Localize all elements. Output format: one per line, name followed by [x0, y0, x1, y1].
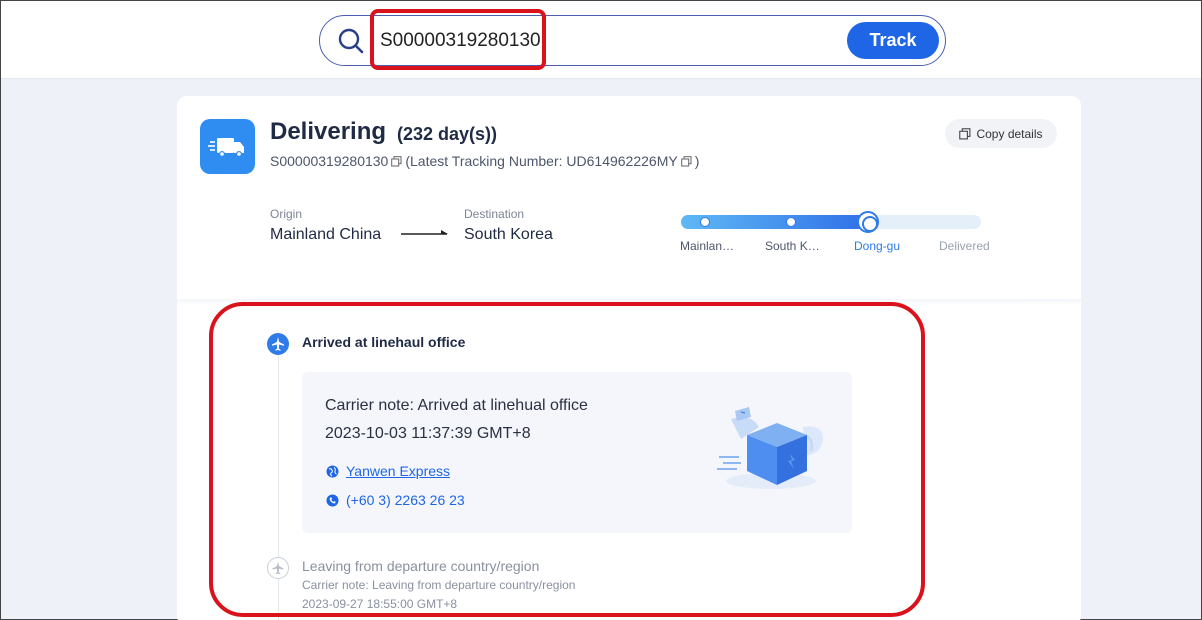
progress-label-origin: Mainlan… — [680, 239, 735, 253]
copy-icon[interactable] — [680, 155, 692, 167]
origin-label: Origin — [270, 207, 303, 221]
timeline-highlight-box — [209, 302, 925, 617]
progress-label-country: South K… — [765, 239, 820, 253]
progress-track — [681, 215, 981, 229]
progress-label-current: Dong-gu — [854, 239, 901, 253]
progress-label-delivered: Delivered — [939, 239, 990, 253]
copy-icon — [959, 127, 971, 139]
arrow-right-icon — [401, 230, 448, 235]
tracking-number-line: S00000319280130 (Latest Tracking Number:… — [270, 153, 699, 169]
copy-details-button[interactable]: Copy details — [945, 119, 1057, 148]
delivery-truck-icon — [208, 138, 244, 157]
days-in-transit: (232 day(s)) — [397, 124, 498, 144]
latest-tracking-number: (Latest Tracking Number: UD614962226MY — [405, 153, 678, 169]
search-highlight-box — [370, 9, 546, 70]
status-badge — [200, 119, 255, 174]
destination-value: South Korea — [464, 226, 553, 243]
copy-details-label: Copy details — [976, 126, 1043, 141]
top-bar: Track — [1, 1, 1201, 79]
progress-dot-origin — [700, 217, 710, 227]
progress-dot-current — [857, 211, 879, 233]
search-icon[interactable] — [336, 26, 366, 56]
origin-value: Mainland China — [270, 226, 382, 243]
tracking-number: S00000319280130 — [270, 153, 389, 169]
copy-icon[interactable] — [391, 155, 402, 167]
destination-label: Destination — [464, 207, 525, 221]
latest-tracking-close: ) — [694, 153, 700, 169]
status-title: Delivering — [270, 118, 387, 145]
track-button[interactable]: Track — [847, 22, 939, 59]
progress-dot-destination-country — [786, 217, 796, 227]
